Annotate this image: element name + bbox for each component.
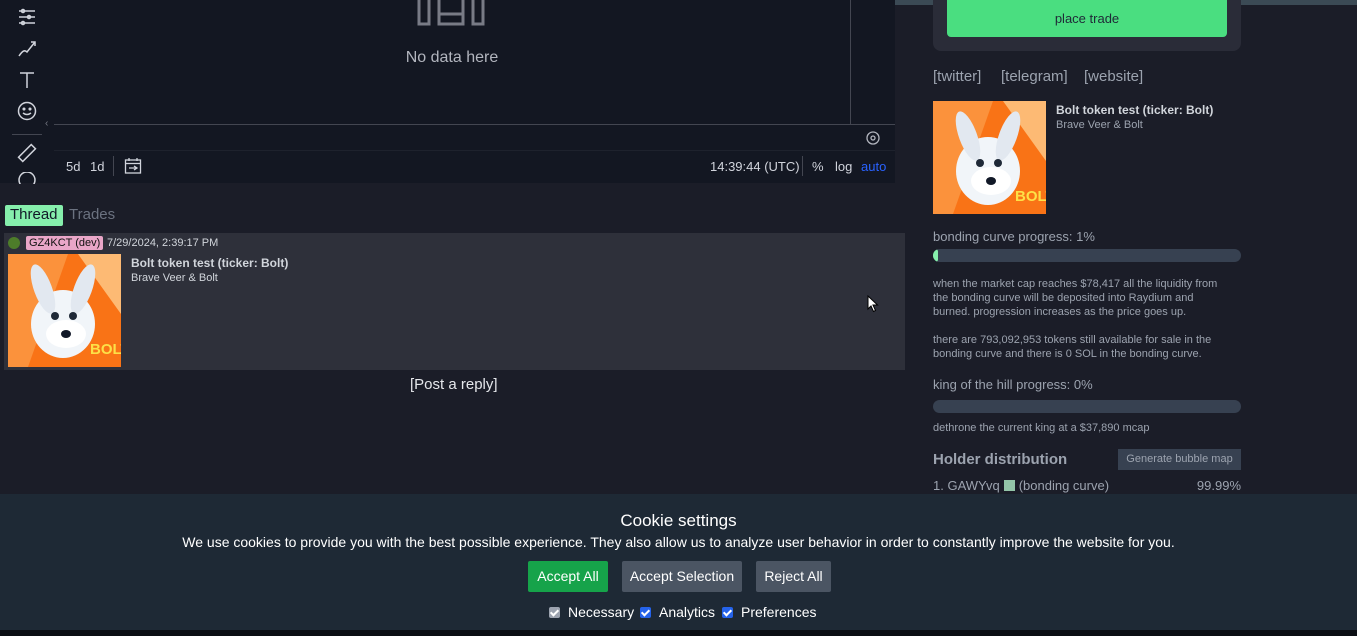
- bottom-bar-divider: [802, 156, 803, 176]
- token-title: Bolt token test (ticker: Bolt): [1056, 103, 1214, 117]
- holder-row: 1. GAWYvq (bonding curve) 99.99%: [933, 478, 1241, 493]
- bonding-curve-info: when the market cap reaches $78,417 all …: [933, 278, 1218, 318]
- go-to-date-icon[interactable]: [124, 157, 142, 175]
- preferences-checkbox[interactable]: Preferences: [722, 604, 816, 620]
- bonding-curve-label: bonding curve progress: 1%: [933, 229, 1095, 244]
- king-of-hill-info: dethrone the current king at a $37,890 m…: [933, 422, 1150, 434]
- contract-icon: [1003, 480, 1015, 491]
- analytics-checkbox[interactable]: Analytics: [640, 604, 715, 620]
- bottom-strip: [0, 630, 1357, 636]
- auto-scale-button[interactable]: auto: [861, 159, 886, 174]
- accept-selection-button[interactable]: Accept Selection: [622, 561, 742, 592]
- price-axis-divider: [850, 0, 851, 125]
- time-axis-divider: [54, 124, 895, 125]
- token-description: Brave Veer & Bolt: [1056, 119, 1143, 131]
- king-of-hill-progress-bar: [933, 400, 1241, 413]
- svg-text:BOLT: BOLT: [90, 341, 121, 358]
- chart-clock[interactable]: 14:39:44 (UTC): [710, 159, 800, 174]
- brush-icon[interactable]: [12, 35, 42, 61]
- avatar: [8, 237, 20, 249]
- cookie-description: We use cookies to provide you with the b…: [182, 534, 1175, 550]
- bottom-bar-divider: [113, 156, 114, 176]
- no-data-icon: [417, 0, 485, 26]
- accept-all-button[interactable]: Accept All: [528, 561, 608, 592]
- reject-all-button[interactable]: Reject All: [756, 561, 831, 592]
- preferences-check-icon[interactable]: [722, 606, 733, 618]
- zoom-icon[interactable]: [12, 172, 42, 184]
- cookie-title: Cookie settings: [620, 511, 737, 530]
- post-description: Brave Veer & Bolt: [131, 272, 218, 284]
- necessary-label: Necessary: [568, 604, 635, 620]
- chart-settings-icon[interactable]: [864, 129, 882, 147]
- post-timestamp: 7/29/2024, 2:39:17 PM: [107, 237, 219, 249]
- tab-thread[interactable]: Thread: [5, 205, 63, 226]
- king-of-hill-label: king of the hill progress: 0%: [933, 377, 1093, 392]
- emoji-icon[interactable]: [12, 98, 42, 124]
- drawing-toolbar: ‹: [0, 0, 54, 184]
- holder-distribution-title: Holder distribution: [933, 451, 1068, 468]
- price-chart[interactable]: No data here 5d 1d 14:39:44 (UTC) % log …: [54, 0, 895, 183]
- website-link[interactable]: [website]: [1084, 68, 1143, 85]
- telegram-link[interactable]: [telegram]: [1001, 68, 1068, 85]
- no-data-message: No data here: [405, 49, 499, 66]
- ruler-icon[interactable]: [12, 140, 42, 166]
- toolbar-divider: [12, 134, 42, 135]
- mouse-cursor-icon: [867, 295, 879, 313]
- percent-scale-button[interactable]: %: [812, 159, 824, 174]
- trend-lines-icon[interactable]: [12, 4, 42, 30]
- bonding-curve-progress-bar: [933, 249, 1241, 262]
- preferences-label: Preferences: [741, 604, 817, 620]
- holder-name[interactable]: 1. GAWYvq: [933, 478, 1000, 493]
- analytics-check-icon[interactable]: [640, 606, 651, 618]
- post-username[interactable]: GZ4KCT (dev): [26, 236, 104, 250]
- text-icon[interactable]: [12, 67, 42, 93]
- log-scale-button[interactable]: log: [835, 159, 852, 174]
- bonding-curve-progress-fill: [933, 249, 938, 262]
- thread-post: GZ4KCT (dev) 7/29/2024, 2:39:17 PM BOLT …: [4, 233, 905, 370]
- cookie-banner: Cookie settings We use cookies to provid…: [0, 494, 1357, 636]
- twitter-link[interactable]: [twitter]: [933, 68, 981, 85]
- range-5d-button[interactable]: 5d: [66, 159, 80, 174]
- range-1d-button[interactable]: 1d: [90, 159, 104, 174]
- necessary-checkbox[interactable]: Necessary: [549, 604, 634, 620]
- holder-note: (bonding curve): [1018, 478, 1110, 493]
- collapse-toolbar-icon[interactable]: ‹: [45, 118, 53, 130]
- token-image: BOLT: [933, 101, 1046, 214]
- post-reply-link[interactable]: [Post a reply]: [410, 376, 498, 393]
- token-image: BOLT: [8, 254, 121, 367]
- bonding-curve-tokens-info: there are 793,092,953 tokens still avail…: [933, 334, 1212, 360]
- place-trade-button[interactable]: place trade: [947, 0, 1227, 37]
- analytics-label: Analytics: [659, 604, 716, 620]
- generate-bubble-map-button[interactable]: Generate bubble map: [1118, 449, 1241, 470]
- post-title: Bolt token test (ticker: Bolt): [131, 256, 289, 270]
- svg-text:BOLT: BOLT: [1015, 188, 1046, 205]
- holder-percentage: 99.99%: [1196, 478, 1241, 493]
- tab-trades[interactable]: Trades: [64, 205, 120, 226]
- necessary-check-icon[interactable]: [549, 606, 560, 618]
